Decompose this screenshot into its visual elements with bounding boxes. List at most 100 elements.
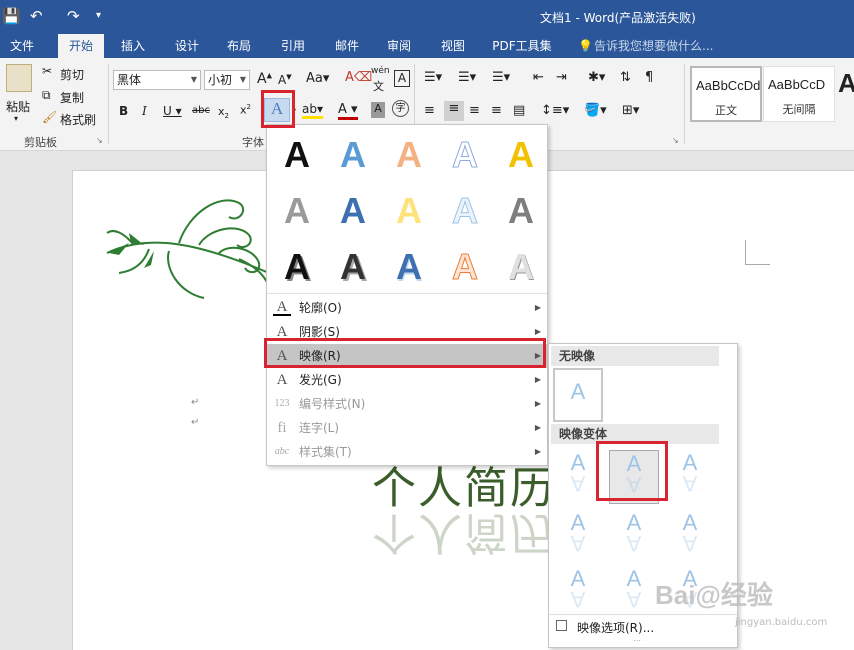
enclose-characters-icon[interactable]: 字: [392, 100, 409, 117]
phonetic-guide-icon[interactable]: wén: [371, 66, 390, 76]
submenu-arrow-icon: ▶: [534, 303, 541, 312]
ligatures-icon: fi: [277, 420, 287, 436]
tab-mailings[interactable]: 邮件: [324, 34, 370, 58]
reflection-options-icon: [556, 620, 567, 631]
tab-file[interactable]: 文件: [0, 34, 44, 58]
separator: [549, 614, 737, 615]
clear-formatting-icon[interactable]: A⌫: [345, 70, 372, 85]
line-spacing-icon[interactable]: ↕≡▾: [541, 103, 569, 118]
effect-style-13[interactable]: A: [381, 239, 437, 295]
align-left-icon[interactable]: ≡: [424, 103, 435, 118]
bold-icon[interactable]: B: [119, 104, 128, 118]
reflection-icon: A: [626, 587, 642, 612]
menu-item-glow[interactable]: A 发光(G) ▶: [267, 368, 547, 392]
increase-indent-icon[interactable]: ⇥: [556, 70, 567, 85]
grow-font-icon[interactable]: A▲: [257, 71, 272, 87]
reflection-variant-3[interactable]: AA: [665, 450, 715, 504]
tell-me-search[interactable]: 告诉我您想要做什么...: [594, 34, 724, 58]
reflection-variant-5[interactable]: AA: [609, 510, 659, 564]
highlight-icon[interactable]: ab▾: [302, 102, 323, 119]
asian-layout-icon[interactable]: ✱▾: [588, 70, 605, 85]
style-no-spacing[interactable]: AaBbCcD 无间隔: [763, 66, 835, 122]
tab-layout[interactable]: 布局: [216, 34, 262, 58]
stylistic-sets-icon: abc: [274, 446, 290, 457]
strikethrough-icon[interactable]: abc: [192, 105, 210, 116]
italic-icon[interactable]: I: [142, 104, 147, 118]
paragraph-mark-icon: ↵: [191, 397, 200, 408]
effect-style-12[interactable]: A: [325, 239, 381, 295]
effect-style-3[interactable]: A: [381, 127, 437, 183]
decrease-indent-icon[interactable]: ⇤: [533, 70, 544, 85]
superscript-icon[interactable]: x2: [240, 103, 251, 117]
effect-style-1[interactable]: A: [269, 127, 325, 183]
character-border-icon[interactable]: A: [394, 70, 410, 87]
reflection-variant-8[interactable]: AA: [609, 566, 659, 620]
reflection-variant-7[interactable]: AA: [553, 566, 603, 620]
effect-style-8[interactable]: A: [381, 183, 437, 239]
reflection-variant-4[interactable]: AA: [553, 510, 603, 564]
effect-style-15[interactable]: A: [493, 239, 549, 295]
justify-icon[interactable]: ≡: [491, 103, 502, 118]
subscript-icon[interactable]: x2: [218, 105, 229, 120]
bullets-icon[interactable]: ☰▾: [424, 70, 442, 85]
menu-item-number-styles: 123 编号样式(N) ▶: [267, 392, 547, 416]
paragraph-launcher-icon[interactable]: ↘: [672, 136, 679, 145]
tab-review[interactable]: 审阅: [376, 34, 422, 58]
paste-button[interactable]: 粘贴: [6, 98, 30, 115]
effect-style-5[interactable]: A: [493, 127, 549, 183]
copy-icon[interactable]: ⧉: [42, 88, 51, 103]
effect-style-9[interactable]: A: [437, 183, 493, 239]
tab-design[interactable]: 设计: [164, 34, 210, 58]
numbering-icon[interactable]: ☰▾: [458, 70, 476, 85]
effect-style-2[interactable]: A: [325, 127, 381, 183]
save-icon[interactable]: 💾: [2, 7, 21, 25]
customize-qa-icon[interactable]: ▾: [96, 10, 101, 21]
effect-style-14[interactable]: A: [437, 239, 493, 295]
borders-icon[interactable]: ⊞▾: [622, 103, 639, 118]
character-shading-icon[interactable]: A: [371, 102, 385, 118]
undo-icon[interactable]: ↶: [30, 7, 43, 25]
copy-button[interactable]: 复制: [60, 89, 84, 106]
redo-icon[interactable]: ↷: [67, 7, 80, 25]
tab-pdf-tools[interactable]: PDF工具集: [486, 34, 558, 58]
paste-icon[interactable]: [6, 64, 32, 92]
watermark-logo: Bai@经验: [655, 580, 773, 610]
reflection-options-button[interactable]: 映像选项(R)...: [577, 619, 654, 636]
effect-style-4[interactable]: A: [437, 127, 493, 183]
tab-view[interactable]: 视图: [430, 34, 476, 58]
reflection-variant-6[interactable]: AA: [665, 510, 715, 564]
font-size-combo[interactable]: 小初 ▼: [204, 70, 250, 90]
distributed-icon[interactable]: ▤: [513, 103, 525, 118]
effect-style-6[interactable]: A: [269, 183, 325, 239]
shrink-font-icon[interactable]: A▼: [278, 73, 292, 87]
multilevel-list-icon[interactable]: ☰▾: [492, 70, 510, 85]
font-color-icon[interactable]: A ▾: [338, 102, 358, 120]
cut-icon[interactable]: ✂: [42, 64, 52, 78]
tab-home[interactable]: 开始: [58, 34, 104, 58]
resize-grip-icon[interactable]: ⋯: [633, 636, 641, 645]
menu-item-outline[interactable]: A 轮廓(O) ▶: [267, 296, 547, 320]
tab-references[interactable]: 引用: [270, 34, 316, 58]
clipboard-launcher-icon[interactable]: ↘: [96, 136, 103, 145]
change-case-icon[interactable]: Aa▾: [306, 71, 329, 86]
effect-style-11[interactable]: A: [269, 239, 325, 295]
cut-button[interactable]: 剪切: [60, 66, 84, 83]
show-marks-icon[interactable]: ¶: [645, 70, 653, 85]
style-normal[interactable]: AaBbCcDd 正文: [690, 66, 762, 122]
submenu-arrow-icon: ▶: [534, 375, 541, 384]
style-heading-preview[interactable]: A: [838, 68, 854, 99]
sort-icon[interactable]: ⇅: [620, 70, 631, 85]
shading-icon[interactable]: 🪣▾: [584, 103, 607, 118]
effect-style-10[interactable]: A: [493, 183, 549, 239]
underline-icon[interactable]: U ▾: [163, 104, 182, 118]
reflection-icon: A: [682, 471, 698, 496]
font-name-combo[interactable]: 黑体 ▼: [113, 70, 201, 90]
format-painter-icon[interactable]: 🖌: [42, 110, 57, 124]
format-painter-button[interactable]: 格式刷: [60, 111, 96, 128]
align-center-icon[interactable]: ≡: [444, 101, 464, 121]
tab-insert[interactable]: 插入: [110, 34, 156, 58]
effect-style-7[interactable]: A: [325, 183, 381, 239]
align-right-icon[interactable]: ≡: [469, 103, 480, 118]
paste-dropdown-icon[interactable]: ▾: [14, 114, 18, 123]
no-reflection-option[interactable]: A: [553, 368, 603, 422]
